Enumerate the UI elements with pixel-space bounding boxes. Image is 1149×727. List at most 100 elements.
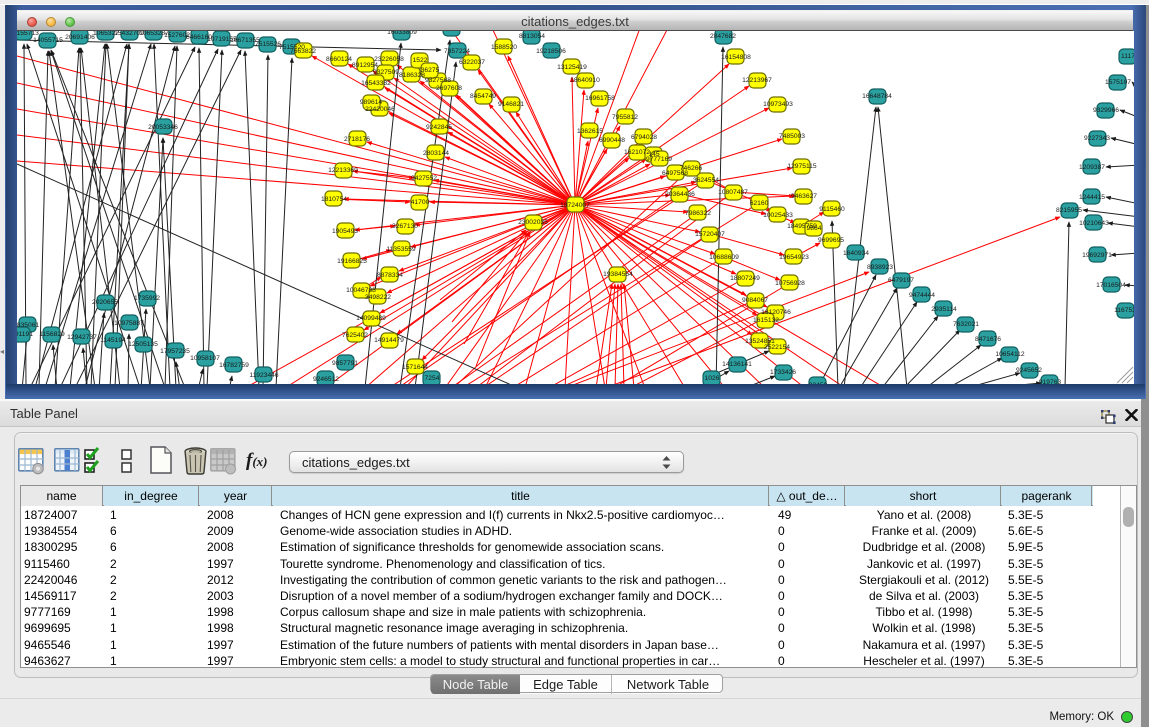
svg-text:15720407: 15720407 [695,231,725,238]
svg-text:17957235: 17957235 [160,348,190,355]
svg-text:18807249: 18807249 [730,275,760,282]
svg-text:17016504: 17016504 [1096,282,1126,289]
svg-text:9245652: 9245652 [1016,367,1042,374]
svg-text:36275: 36275 [421,67,440,74]
svg-text:116753: 116753 [1114,307,1134,314]
svg-text:8454749: 8454749 [470,93,496,100]
svg-text:10025433: 10025433 [763,212,793,219]
svg-text:10046788: 10046788 [346,287,376,294]
svg-text:9327568: 9327568 [425,77,451,84]
svg-text:1209387: 1209387 [1079,164,1105,171]
svg-text:13125419: 13125419 [557,64,587,71]
svg-text:14914479: 14914479 [374,337,404,344]
svg-text:746266: 746266 [680,165,703,172]
svg-text:12213967: 12213967 [742,77,772,84]
svg-text:9227343: 9227343 [1084,135,1110,142]
svg-text:1621072: 1621072 [624,149,650,156]
svg-text:9699695: 9699695 [818,237,844,244]
svg-text:11353559: 11353559 [386,246,416,253]
svg-text:7485003: 7485003 [779,133,805,140]
svg-text:12505135: 12505135 [128,341,158,348]
svg-text:16543382: 16543382 [361,80,391,87]
svg-text:1117: 1117 [1121,53,1134,60]
svg-text:9329966: 9329966 [1093,107,1119,114]
svg-text:62160: 62160 [750,200,769,207]
svg-text:14055715: 14055715 [33,37,63,44]
svg-text:14099489: 14099489 [356,315,386,322]
svg-text:2522154: 2522154 [764,344,790,351]
svg-text:10807487: 10807487 [718,189,748,196]
svg-text:1733426: 1733426 [770,369,796,376]
svg-text:2803144: 2803144 [423,150,449,157]
svg-text:1810754: 1810754 [321,196,347,203]
svg-text:989614: 989614 [360,99,383,106]
svg-text:3624554: 3624554 [693,177,719,184]
svg-text:9474444: 9474444 [909,292,935,299]
svg-text:11923446: 11923446 [249,372,279,379]
svg-text:391191: 391191 [17,331,33,338]
svg-text:1244415: 1244415 [1079,194,1105,201]
svg-text:919763: 919763 [1039,379,1062,384]
svg-text:14136141: 14136141 [722,361,752,368]
svg-text:9777169: 9777169 [646,156,672,163]
svg-text:9246512: 9246512 [313,376,339,383]
svg-text:1905493: 1905493 [332,228,358,235]
svg-text:8660124: 8660124 [326,56,352,63]
svg-text:18640910: 18640910 [570,77,600,84]
svg-text:1156829: 1156829 [39,331,65,338]
svg-text:2718176: 2718176 [344,136,370,143]
svg-text:23002035: 23002035 [518,219,548,226]
svg-text:7955812: 7955812 [612,114,638,121]
svg-text:16782759: 16782759 [219,362,249,369]
svg-text:8912954: 8912954 [352,62,378,69]
svg-text:3498222: 3498222 [365,294,391,301]
svg-text:1575107: 1575107 [1105,79,1131,86]
svg-text:12213369: 12213369 [328,167,358,174]
svg-text:10756928: 10756928 [775,280,805,287]
svg-text:1640934: 1640934 [843,250,869,257]
svg-text:9857791: 9857791 [332,360,358,367]
svg-text:6479197: 6479197 [888,277,914,284]
svg-text:20691406: 20691406 [65,34,95,41]
svg-text:7515526: 7515526 [255,41,281,48]
svg-text:92450: 92450 [809,382,828,384]
svg-text:7357224: 7357224 [444,48,470,55]
svg-text:20053346: 20053346 [148,124,178,131]
svg-text:1145194: 1145194 [100,337,126,344]
svg-text:22420046: 22420046 [365,106,395,113]
svg-text:9864: 9864 [807,225,822,232]
svg-text:19692971: 19692971 [1082,252,1112,259]
svg-text:7663822: 7663822 [290,48,316,55]
svg-text:23226058: 23226058 [374,56,404,63]
svg-text:2697608: 2697608 [436,85,462,92]
svg-text:19384554: 19384554 [603,271,633,278]
svg-text:10688609: 10688609 [709,254,739,261]
svg-text:1571644: 1571644 [402,364,428,371]
svg-text:16648784: 16648784 [862,93,892,100]
svg-text:8938923: 8938923 [867,264,893,271]
svg-text:3267130: 3267130 [392,223,418,230]
svg-text:2935114: 2935114 [931,306,957,313]
svg-text:10975887: 10975887 [114,320,144,327]
svg-text:9084067: 9084067 [742,297,768,304]
svg-text:2020655: 2020655 [92,299,118,306]
svg-text:1615132: 1615132 [753,317,779,324]
svg-text:20482193: 20482193 [436,31,466,33]
svg-text:10973493: 10973493 [763,101,793,108]
svg-text:16154808: 16154808 [721,54,751,61]
svg-text:8471676: 8471676 [975,336,1001,343]
svg-text:16120746: 16120746 [761,309,791,316]
svg-text:7986322: 7986322 [685,210,711,217]
svg-text:1588520: 1588520 [491,44,517,51]
svg-text:9427552: 9427552 [411,175,437,182]
svg-text:20364436: 20364436 [665,191,695,198]
svg-text:6794028: 6794028 [631,134,657,141]
svg-text:19654923: 19654923 [779,254,809,261]
svg-text:41700: 41700 [411,199,430,206]
svg-text:16961758: 16961758 [585,95,615,102]
svg-text:10654112: 10654112 [995,351,1025,358]
svg-text:12975115: 12975115 [787,163,817,170]
svg-text:9242845: 9242845 [426,124,452,131]
svg-text:1026: 1026 [705,375,720,382]
svg-text:6990448: 6990448 [599,137,625,144]
